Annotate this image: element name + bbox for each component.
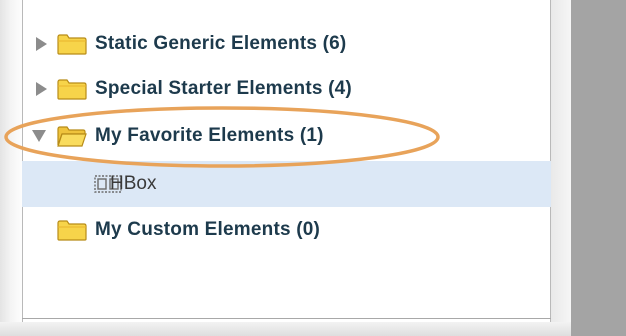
triangle-down-icon[interactable] — [32, 130, 46, 142]
triangle-right-icon[interactable] — [36, 82, 47, 96]
folder-icon — [57, 78, 87, 100]
tree-item-static-generic-elements[interactable]: Static Generic Elements (6) — [0, 21, 571, 67]
folder-icon — [57, 219, 87, 241]
element-browser-screenshot: Static Generic Elements (6) Special Star… — [0, 0, 626, 336]
tree-item-special-starter-elements[interactable]: Special Starter Elements (4) — [0, 66, 571, 112]
tree-item-my-favorite-elements[interactable]: My Favorite Elements (1) — [0, 113, 571, 159]
tree-item-label: My Favorite Elements (1) — [95, 125, 324, 146]
panel-divider — [22, 318, 551, 319]
folder-icon — [57, 33, 87, 55]
folder-open-icon — [57, 125, 87, 147]
tree-item-hbox[interactable]: HBox — [22, 161, 551, 207]
tree-item-my-custom-elements[interactable]: My Custom Elements (0) — [0, 207, 571, 253]
tree-item-label: My Custom Elements (0) — [95, 219, 321, 240]
right-pane — [571, 0, 626, 336]
tree-item-label: HBox — [110, 173, 157, 194]
tree-item-label: Static Generic Elements (6) — [95, 33, 347, 54]
bottom-shadow — [0, 322, 571, 336]
tree-item-label: Special Starter Elements (4) — [95, 78, 352, 99]
triangle-right-icon[interactable] — [36, 37, 47, 51]
